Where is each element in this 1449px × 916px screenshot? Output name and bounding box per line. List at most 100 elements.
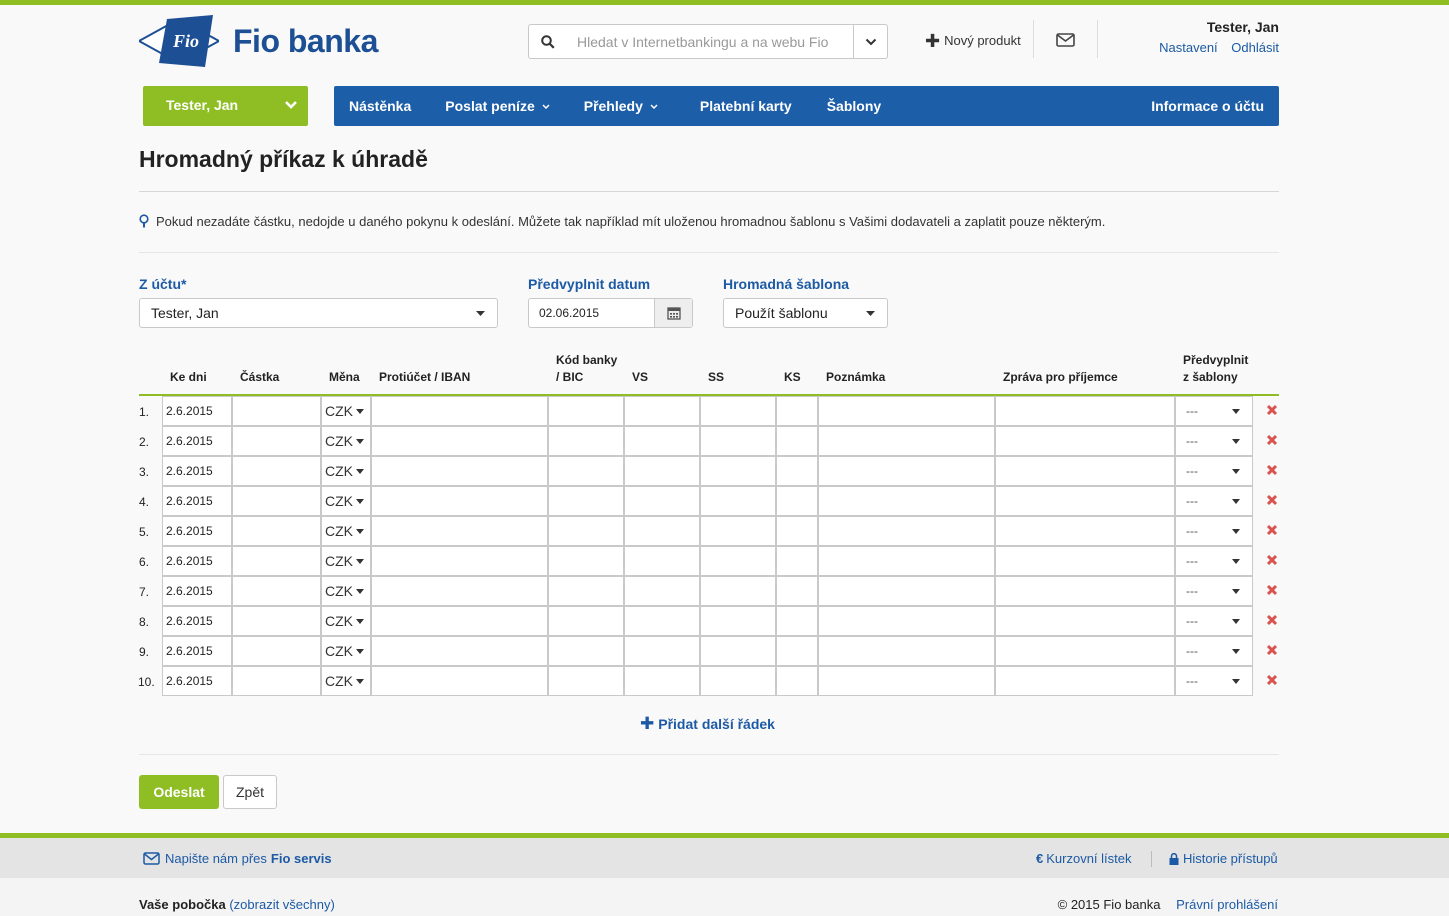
row-template-select[interactable]: --- [1175,636,1253,666]
ks-input[interactable] [776,546,818,576]
currency-select[interactable]: CZK [321,546,371,576]
note-input[interactable] [818,636,995,666]
nav-item-overviews[interactable]: Přehledy [565,98,673,114]
date-input[interactable]: 2.6.2015 [162,666,232,696]
note-input[interactable] [818,576,995,606]
amount-input[interactable] [232,666,321,696]
nav-item-send-money[interactable]: Poslat peníze [426,98,564,114]
nav-item-cards[interactable]: Platební karty [673,98,807,114]
message-input[interactable] [995,396,1175,426]
ks-input[interactable] [776,426,818,456]
ks-input[interactable] [776,456,818,486]
delete-row-icon[interactable] [1266,644,1278,656]
counter-account-input[interactable] [371,486,548,516]
search-icon[interactable] [529,25,567,58]
bank-code-input[interactable] [548,576,624,606]
legal-link[interactable]: Právní prohlášení [1176,897,1278,912]
currency-select[interactable]: CZK [321,666,371,696]
logout-link[interactable]: Odhlásit [1231,40,1279,55]
date-input[interactable]: 2.6.2015 [162,546,232,576]
vs-input[interactable] [624,486,700,516]
message-input[interactable] [995,516,1175,546]
bank-code-input[interactable] [548,456,624,486]
bank-code-input[interactable] [548,666,624,696]
message-input[interactable] [995,576,1175,606]
amount-input[interactable] [232,396,321,426]
bank-code-input[interactable] [548,396,624,426]
message-input[interactable] [995,666,1175,696]
counter-account-input[interactable] [371,636,548,666]
back-button[interactable]: Zpět [223,775,277,809]
date-input[interactable]: 2.6.2015 [162,606,232,636]
ss-input[interactable] [700,456,776,486]
counter-account-input[interactable] [371,456,548,486]
note-input[interactable] [818,606,995,636]
currency-select[interactable]: CZK [321,606,371,636]
nav-item-account-info[interactable]: Informace o účtu [1136,98,1279,114]
ss-input[interactable] [700,426,776,456]
note-input[interactable] [818,456,995,486]
date-input[interactable]: 2.6.2015 [162,636,232,666]
currency-select[interactable]: CZK [321,636,371,666]
amount-input[interactable] [232,516,321,546]
counter-account-input[interactable] [371,546,548,576]
ks-input[interactable] [776,396,818,426]
date-input[interactable]: 2.6.2015 [162,456,232,486]
amount-input[interactable] [232,636,321,666]
all-branches-link[interactable]: (zobrazit všechny) [229,897,334,912]
row-template-select[interactable]: --- [1175,486,1253,516]
counter-account-input[interactable] [371,426,548,456]
message-input[interactable] [995,606,1175,636]
delete-row-icon[interactable] [1266,674,1278,686]
note-input[interactable] [818,486,995,516]
ss-input[interactable] [700,606,776,636]
ks-input[interactable] [776,486,818,516]
calendar-icon[interactable] [654,299,692,327]
currency-select[interactable]: CZK [321,456,371,486]
ks-input[interactable] [776,576,818,606]
vs-input[interactable] [624,426,700,456]
note-input[interactable] [818,666,995,696]
delete-row-icon[interactable] [1266,524,1278,536]
delete-row-icon[interactable] [1266,494,1278,506]
counter-account-input[interactable] [371,606,548,636]
ss-input[interactable] [700,546,776,576]
date-input[interactable]: 2.6.2015 [162,426,232,456]
counter-account-input[interactable] [371,576,548,606]
fio-logo[interactable]: Fio Fio banka [139,15,419,67]
message-input[interactable] [995,456,1175,486]
access-history-link[interactable]: Historie přístupů [1169,851,1278,866]
delete-row-icon[interactable] [1266,464,1278,476]
search-input[interactable]: Hledat v Internetbankingu a na webu Fio [567,34,853,50]
message-input[interactable] [995,546,1175,576]
currency-select[interactable]: CZK [321,426,371,456]
message-input[interactable] [995,636,1175,666]
currency-select[interactable]: CZK [321,516,371,546]
date-input[interactable]: 2.6.2015 [162,576,232,606]
delete-row-icon[interactable] [1266,554,1278,566]
vs-input[interactable] [624,546,700,576]
vs-input[interactable] [624,606,700,636]
account-selector[interactable]: Tester, Jan [143,86,308,126]
vs-input[interactable] [624,576,700,606]
row-template-select[interactable]: --- [1175,456,1253,486]
vs-input[interactable] [624,516,700,546]
bank-code-input[interactable] [548,636,624,666]
counter-account-input[interactable] [371,666,548,696]
bank-code-input[interactable] [548,546,624,576]
ss-input[interactable] [700,396,776,426]
row-template-select[interactable]: --- [1175,576,1253,606]
currency-select[interactable]: CZK [321,576,371,606]
exchange-rates-link[interactable]: € Kurzovní lístek [1036,851,1132,866]
ks-input[interactable] [776,516,818,546]
nav-item-dashboard[interactable]: Nástěnka [334,98,426,114]
template-select[interactable]: Použít šablonu [723,298,888,328]
ks-input[interactable] [776,606,818,636]
row-template-select[interactable]: --- [1175,606,1253,636]
prefill-date-input[interactable]: 02.06.2015 [528,298,693,328]
note-input[interactable] [818,516,995,546]
note-input[interactable] [818,546,995,576]
message-input[interactable] [995,426,1175,456]
search-box[interactable]: Hledat v Internetbankingu a na webu Fio [528,24,888,59]
ss-input[interactable] [700,516,776,546]
